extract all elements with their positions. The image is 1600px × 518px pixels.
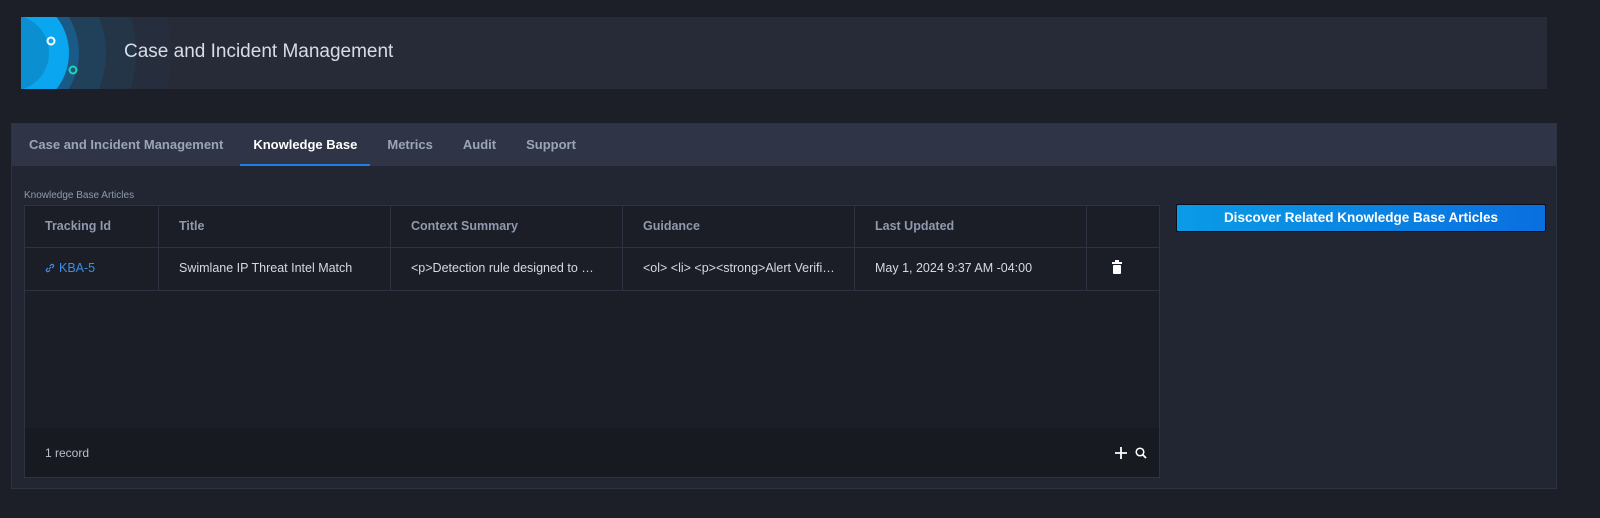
app-header: Case and Incident Management	[21, 17, 1547, 89]
last-updated-cell: May 1, 2024 9:37 AM -04:00	[855, 248, 1087, 290]
tab-knowledge-base[interactable]: Knowledge Base	[240, 124, 371, 166]
tab-audit[interactable]: Audit	[450, 124, 509, 166]
record-count: 1 record	[45, 445, 90, 460]
knowledge-base-table: Tracking Id Title Context Summary Guidan…	[24, 205, 1160, 478]
column-header-actions	[1087, 206, 1149, 247]
title-cell: Swimlane IP Threat Intel Match	[159, 248, 391, 290]
add-icon[interactable]	[1115, 446, 1127, 459]
column-header-title[interactable]: Title	[159, 206, 391, 247]
tab-metrics[interactable]: Metrics	[374, 124, 446, 166]
app-title: Case and Incident Management	[124, 41, 394, 62]
main-panel: Case and Incident Management Knowledge B…	[11, 123, 1557, 489]
column-header-guidance[interactable]: Guidance	[623, 206, 855, 247]
trash-icon[interactable]	[1111, 260, 1123, 274]
section-label: Knowledge Base Articles	[24, 190, 135, 201]
table-footer: 1 record	[25, 428, 1159, 477]
tab-case-and-incident-management[interactable]: Case and Incident Management	[16, 124, 236, 166]
tab-support[interactable]: Support	[513, 124, 589, 166]
tab-bar: Case and Incident Management Knowledge B…	[12, 124, 1556, 166]
table-header-row: Tracking Id Title Context Summary Guidan…	[25, 206, 1159, 248]
column-header-last-updated[interactable]: Last Updated	[855, 206, 1087, 247]
column-header-context-summary[interactable]: Context Summary	[391, 206, 623, 247]
column-header-tracking-id[interactable]: Tracking Id	[25, 206, 159, 247]
link-icon	[45, 263, 55, 273]
tracking-id-cell[interactable]: KBA-5	[25, 248, 159, 290]
guidance-cell: <ol> <li> <p><strong>Alert Verifi…	[623, 248, 855, 290]
delete-cell	[1087, 248, 1149, 290]
table-row[interactable]: KBA-5 Swimlane IP Threat Intel Match <p>…	[25, 248, 1159, 291]
search-icon[interactable]	[1135, 446, 1147, 459]
tracking-id-link[interactable]: KBA-5	[59, 261, 95, 275]
context-summary-cell: <p>Detection rule designed to …	[391, 248, 623, 290]
discover-related-articles-button[interactable]: Discover Related Knowledge Base Articles	[1176, 204, 1546, 232]
